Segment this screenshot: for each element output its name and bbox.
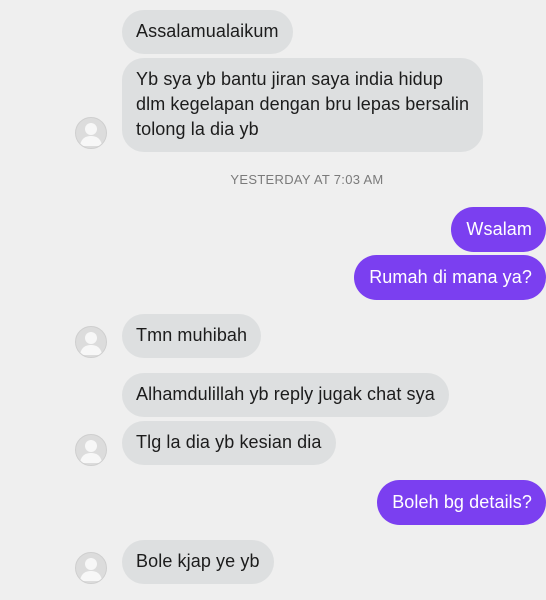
incoming-message[interactable]: Assalamualaikum <box>122 10 293 54</box>
incoming-message[interactable]: Yb sya yb bantu jiran saya india hidup d… <box>122 58 484 152</box>
incoming-message[interactable]: Alhamdulillah yb reply jugak chat sya <box>122 373 449 417</box>
contact-avatar-icon[interactable] <box>75 552 107 584</box>
incoming-message[interactable]: Tlg la dia yb kesian dia <box>122 421 336 465</box>
contact-avatar-icon[interactable] <box>75 434 107 466</box>
outgoing-message[interactable]: Rumah di mana ya? <box>354 255 546 300</box>
contact-avatar-icon[interactable] <box>75 326 107 358</box>
contact-avatar-icon[interactable] <box>75 117 107 149</box>
timestamp: YESTERDAY AT 7:03 AM <box>230 172 384 187</box>
outgoing-message[interactable]: Wsalam <box>451 207 546 252</box>
incoming-message[interactable]: Tmn muhibah <box>122 314 262 358</box>
outgoing-message[interactable]: Boleh bg details? <box>377 480 546 525</box>
message-thread: Assalamualaikum Yb sya yb bantu jiran sa… <box>0 0 546 600</box>
incoming-message[interactable]: Bole kjap ye yb <box>122 540 274 584</box>
